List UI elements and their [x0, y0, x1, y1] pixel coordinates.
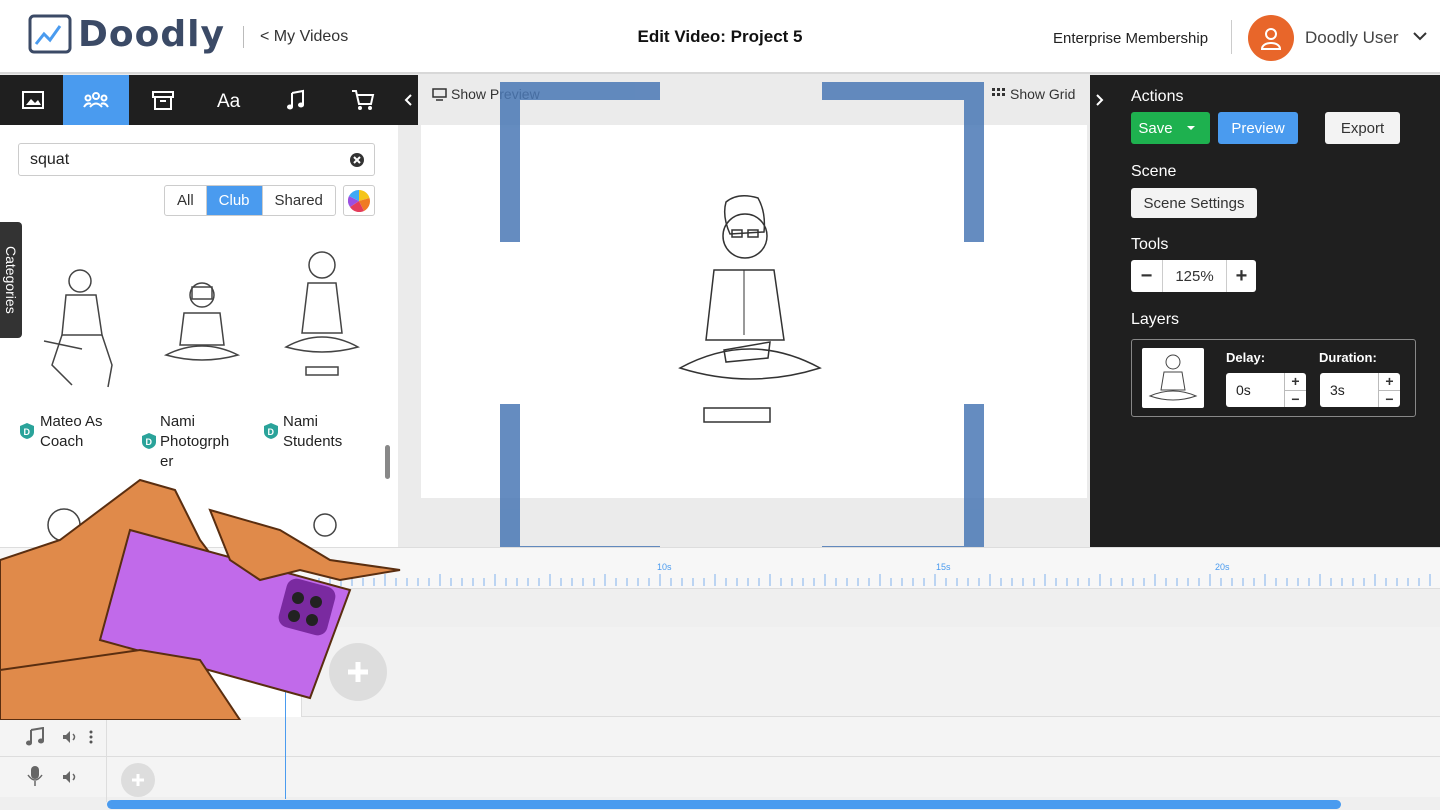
- grid-icon: [992, 88, 1005, 96]
- asset-card[interactable]: [262, 243, 382, 398]
- export-button[interactable]: Export: [1325, 112, 1400, 144]
- show-grid-label: Show Grid: [1010, 86, 1076, 102]
- user-name[interactable]: Doodly User: [1305, 28, 1399, 48]
- voice-track[interactable]: [0, 757, 1440, 797]
- delay-label: Delay:: [1226, 350, 1266, 365]
- actions-heading: Actions: [1131, 88, 1184, 105]
- svg-text:Aa: Aa: [217, 91, 241, 110]
- tab-props[interactable]: [130, 75, 196, 125]
- save-button[interactable]: Save: [1131, 112, 1210, 144]
- asset-thumbnail: [43, 269, 113, 388]
- filter-club[interactable]: Club: [206, 186, 263, 215]
- duration-decrement[interactable]: −: [1379, 389, 1400, 408]
- duration-label: Duration:: [1319, 350, 1377, 365]
- box-icon: [152, 91, 174, 110]
- preview-button[interactable]: Preview: [1218, 112, 1298, 144]
- tab-characters[interactable]: [63, 75, 129, 125]
- image-icon: [22, 91, 44, 109]
- membership-label: Enterprise Membership: [1053, 30, 1209, 47]
- logo-text: Doodly: [78, 14, 225, 55]
- collapse-left-panel[interactable]: [398, 75, 418, 125]
- caret-down-icon[interactable]: [1179, 112, 1203, 144]
- delay-decrement[interactable]: −: [1285, 389, 1306, 408]
- zoom-in-button[interactable]: +: [1226, 260, 1256, 292]
- asset-label: Nami Photogrph er: [160, 413, 230, 470]
- add-voice-button[interactable]: [121, 763, 155, 797]
- divider: [1231, 20, 1232, 54]
- zoom-value: 125%: [1175, 267, 1214, 285]
- character-thumbnail: [1148, 354, 1198, 401]
- asset-card[interactable]: [142, 255, 262, 410]
- delay-value[interactable]: 0s: [1226, 373, 1284, 407]
- camera-frame-brackets: [500, 82, 984, 564]
- music-note-icon: [287, 89, 304, 110]
- tools-heading: Tools: [1131, 236, 1169, 253]
- delay-increment[interactable]: +: [1285, 373, 1306, 390]
- properties-panel: Actions Save Preview Export Scene Scene …: [1090, 75, 1440, 547]
- tab-store[interactable]: [330, 75, 396, 125]
- scene-settings-button[interactable]: Scene Settings: [1131, 188, 1257, 218]
- color-filter-button[interactable]: [343, 185, 375, 216]
- asset-tabs: Aa: [0, 75, 418, 125]
- hand-phone-overlay: [0, 478, 401, 720]
- filter-all[interactable]: All: [165, 186, 207, 215]
- layer-item[interactable]: Delay: 0s + − Duration: 3s + −: [1131, 339, 1416, 417]
- scene-heading: Scene: [1131, 163, 1177, 180]
- asset-thumbnail: [163, 282, 241, 361]
- chevron-down-icon[interactable]: [1412, 30, 1428, 42]
- music-track[interactable]: [0, 717, 1440, 757]
- duration-stepper[interactable]: 3s + −: [1320, 373, 1400, 407]
- user-icon: [1260, 28, 1282, 50]
- search-value: squat: [30, 151, 70, 168]
- people-icon: [83, 92, 109, 108]
- asset-thumbnail: [284, 251, 360, 376]
- club-badge-icon: D: [20, 423, 34, 439]
- layer-thumbnail[interactable]: [1142, 348, 1204, 408]
- save-label: Save: [1138, 119, 1173, 137]
- tick-label: 10s: [657, 562, 672, 572]
- page-title: Edit Video: Project 5: [637, 27, 803, 46]
- collapse-right-panel[interactable]: [1090, 75, 1110, 125]
- monitor-icon: [432, 87, 447, 101]
- top-bar: Doodly < My Videos Edit Video: Project 5…: [0, 0, 1440, 74]
- plus-icon: [132, 774, 144, 786]
- timeline-scrollbar[interactable]: [107, 800, 1341, 809]
- club-badge-icon: D: [142, 433, 156, 449]
- categories-tab[interactable]: Categories: [0, 222, 22, 338]
- color-wheel-icon: [348, 189, 370, 212]
- svg-text:D: D: [146, 437, 153, 447]
- zoom-out-button[interactable]: −: [1131, 260, 1163, 292]
- tab-text[interactable]: Aa: [197, 75, 263, 125]
- search-input[interactable]: squat: [18, 143, 375, 176]
- chevron-left-icon: [404, 94, 412, 106]
- tick-label: 15s: [936, 562, 951, 572]
- duration-value[interactable]: 3s: [1320, 373, 1378, 407]
- svg-text:D: D: [268, 427, 275, 437]
- asset-label: Nami Students: [283, 413, 343, 450]
- zoom-control: − 125% +: [1131, 260, 1256, 292]
- asset-card[interactable]: [22, 255, 142, 410]
- delay-stepper[interactable]: 0s + −: [1226, 373, 1306, 407]
- tab-music[interactable]: [263, 75, 329, 125]
- filter-group: All Club Shared: [164, 185, 336, 216]
- duration-increment[interactable]: +: [1379, 373, 1400, 390]
- svg-text:D: D: [24, 427, 31, 437]
- tab-images[interactable]: [0, 75, 66, 125]
- text-icon: Aa: [217, 91, 241, 110]
- divider: [243, 26, 244, 48]
- my-videos-link[interactable]: < My Videos: [260, 28, 348, 46]
- cart-icon: [352, 90, 375, 110]
- tick-label: 20s: [1215, 562, 1230, 572]
- chevron-right-icon: [1096, 94, 1104, 106]
- show-grid-toggle[interactable]: Show Grid: [992, 86, 1075, 102]
- filter-shared[interactable]: Shared: [263, 186, 335, 215]
- layers-heading: Layers: [1131, 311, 1180, 328]
- clear-icon[interactable]: [349, 152, 365, 168]
- avatar[interactable]: [1248, 15, 1294, 61]
- asset-label: Mateo As Coach: [40, 413, 103, 450]
- club-badge-icon: D: [264, 423, 278, 439]
